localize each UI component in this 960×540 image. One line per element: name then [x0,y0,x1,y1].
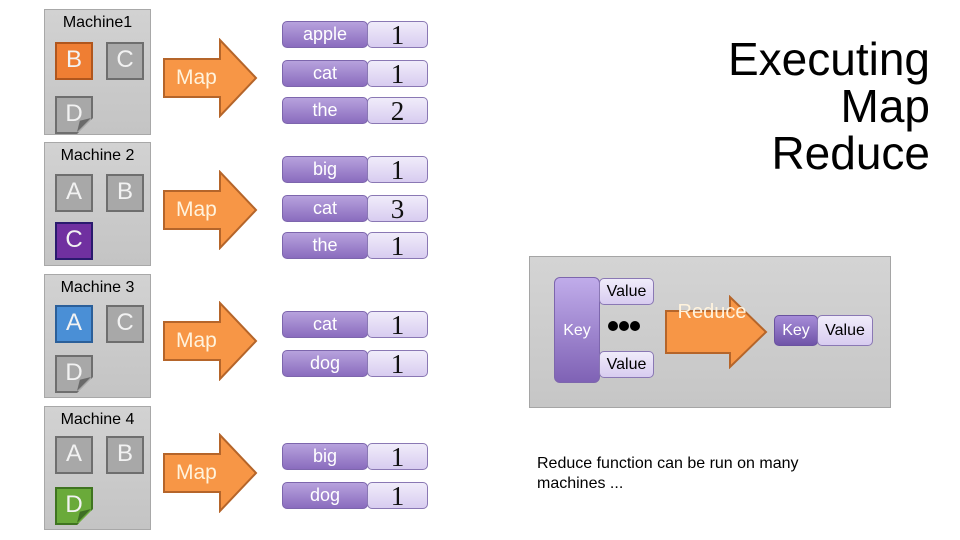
chunk-b: B [55,42,93,80]
chunk-a: A [55,305,93,343]
chunk-b: B [106,436,144,474]
pair-key: cat [282,311,368,338]
ellipsis-icon [608,319,648,333]
kv-pair: big 1 [282,443,428,471]
title-line-3: Reduce [771,127,930,179]
input-value-bottom: Value [599,351,654,378]
pair-value: 1 [367,482,428,510]
map-label: Map [176,198,217,221]
map-label: Map [176,461,217,484]
chunk-d-folded: D [55,96,93,134]
map-arrow-1: Map [162,38,272,118]
kv-pair: the 1 [282,232,428,260]
pair-key: cat [282,195,368,222]
dot [619,321,629,331]
dot [608,321,618,331]
map-label: Map [176,329,217,352]
slide-title: Executing Map Reduce [728,36,930,177]
pair-value: 1 [367,21,428,49]
output-value: Value [817,315,873,346]
dot [630,321,640,331]
pair-value: 3 [367,195,428,223]
pair-value: 2 [367,97,428,125]
pair-value: 1 [367,443,428,471]
machine-1-title: Machine1 [62,14,133,31]
chunk-b: B [106,174,144,212]
machine-2-box: Machine 2 A B C [44,142,151,266]
pair-value: 1 [367,60,428,88]
chunk-c: C [106,42,144,80]
reduce-arrow: Reduce [664,295,770,369]
input-key: Key [554,277,600,383]
kv-pair: big 1 [282,156,428,184]
chunk-d-folded: D [55,355,93,393]
input-value-top: Value [599,278,654,305]
kv-pair: apple 1 [282,21,428,49]
pair-value: 1 [367,232,428,260]
output-key: Key [774,315,818,346]
pair-value: 1 [367,156,428,184]
map-arrow-2: Map [162,170,272,250]
map-arrow-3: Map [162,301,272,381]
chunk-a: A [55,436,93,474]
reduce-diagram: Key Value Value Reduce Key Value [529,256,891,408]
chunk-d-folded: D [55,487,93,525]
kv-pair: dog 1 [282,482,428,510]
machine-3-box: Machine 3 A C D [44,274,151,398]
pair-key: dog [282,482,368,509]
pair-key: the [282,232,368,259]
pair-key: dog [282,350,368,377]
pair-key: apple [282,21,368,48]
title-line-2: Map [840,80,930,132]
reduce-label: Reduce [677,301,747,323]
machine-1-box: Machine1 B C D [44,9,151,135]
pair-key: big [282,443,368,470]
kv-pair: cat 1 [282,60,428,88]
machine-4-box: Machine 4 A B D [44,406,151,530]
reduce-note: Reduce function can be run on many machi… [537,455,799,492]
title-line-1: Executing [727,33,930,85]
pair-key: cat [282,60,368,87]
kv-pair: cat 1 [282,311,428,339]
pair-value: 1 [367,311,428,339]
machine-2-title: Machine 2 [60,147,135,164]
pair-value: 1 [367,350,428,378]
kv-pair: cat 3 [282,195,428,223]
chunk-c: C [106,305,144,343]
map-label: Map [176,66,217,89]
machine-3-title: Machine 3 [60,279,135,296]
machine-4-title: Machine 4 [60,411,135,428]
pair-key: the [282,97,368,124]
chunk-c: C [55,222,93,260]
pair-key: big [282,156,368,183]
chunk-a: A [55,174,93,212]
kv-pair: dog 1 [282,350,428,378]
kv-pair: the 2 [282,97,428,125]
map-arrow-4: Map [162,433,272,513]
